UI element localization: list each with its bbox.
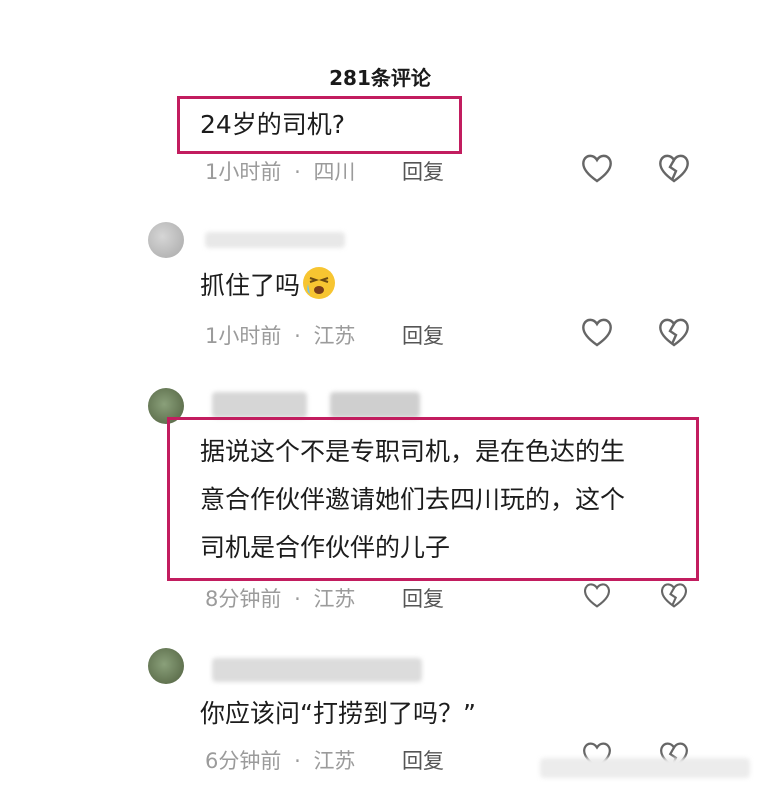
comment-meta: 6分钟前 · 江苏 [205,745,355,775]
avatar[interactable] [148,648,184,684]
username-blurred [330,392,420,418]
comment-body: 抓住了吗 [200,271,301,300]
heart-icon[interactable] [580,316,614,348]
comment-time: 1小时前 [205,160,282,184]
avatar[interactable] [148,222,184,258]
username-blurred [212,658,422,682]
comment-text: 你应该问“打捞到了吗？” [200,699,476,728]
broken-heart-icon[interactable] [657,581,691,609]
reply-button[interactable]: 回复 [402,156,444,186]
meta-separator: · [294,587,301,611]
meta-separator: · [294,749,301,773]
reply-button[interactable]: 回复 [402,745,444,775]
watermark-blurred [540,758,750,778]
comment-location: 四川 [313,160,356,184]
comment-line: 意合作伙伴邀请她们去四川玩的，这个 [200,485,626,514]
comment-meta: 1小时前 · 四川 [205,156,355,186]
crying-face-emoji-icon [302,266,336,300]
comment-location: 江苏 [313,324,356,348]
comment-time: 8分钟前 [205,587,282,611]
comment-meta: 1小时前 · 江苏 [205,320,355,350]
broken-heart-icon[interactable] [657,316,691,348]
comment-location: 江苏 [313,749,356,773]
comment-text: 24岁的司机? [200,110,346,139]
comment-text: 抓住了吗 [200,262,336,310]
broken-heart-icon[interactable] [657,152,691,184]
comments-count-title: 281条评论 [329,66,431,90]
reply-button[interactable]: 回复 [402,320,444,350]
username-blurred [212,392,307,418]
comment-line: 据说这个不是专职司机，是在色达的生 [200,437,626,466]
comment-line: 司机是合作伙伴的儿子 [200,533,451,562]
username-blurred [205,232,345,248]
comment-time: 6分钟前 [205,749,282,773]
meta-separator: · [294,160,301,184]
heart-icon[interactable] [580,152,614,184]
comment-location: 江苏 [313,587,356,611]
reply-button[interactable]: 回复 [402,583,444,613]
heart-icon[interactable] [580,581,614,609]
comment-time: 1小时前 [205,324,282,348]
meta-separator: · [294,324,301,348]
comment-text: 据说这个不是专职司机，是在色达的生 意合作伙伴邀请她们去四川玩的，这个 司机是合… [200,428,625,572]
comment-meta: 8分钟前 · 江苏 [205,583,355,613]
